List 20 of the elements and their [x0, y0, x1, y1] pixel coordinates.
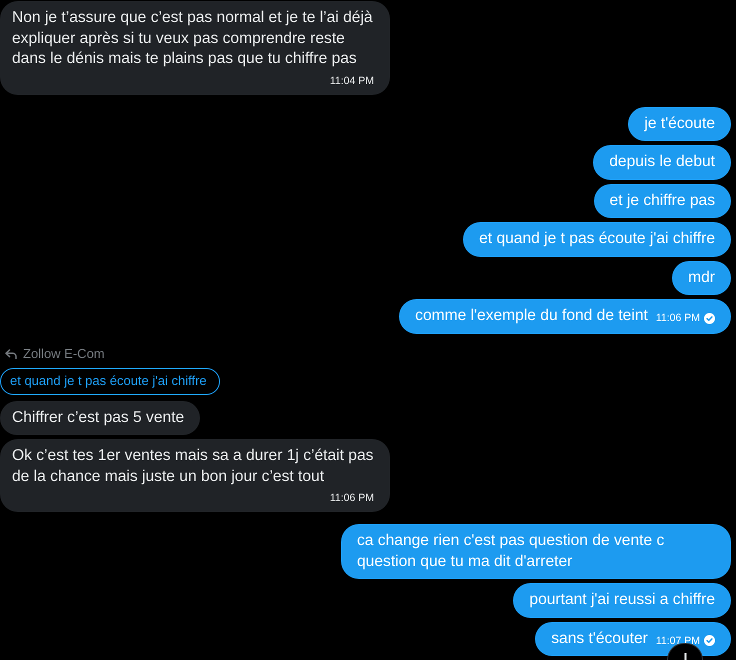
message-time: 11:07 PM: [656, 634, 700, 648]
reply-icon: [5, 348, 17, 358]
message-time: 11:06 PM: [656, 311, 700, 325]
message-text: Chiffrer c’est pas 5 vente: [12, 408, 184, 426]
message-time: 11:04 PM: [328, 74, 374, 88]
message-text: je t'écoute: [644, 114, 715, 132]
message-text: ca change rien c'est pas question de vente c question que tu ma dit d'arreter: [357, 532, 664, 570]
arrow-down-icon: [684, 653, 687, 660]
message-text: sans t'écouter: [551, 630, 648, 646]
message-text: et je chiffre pas: [610, 192, 715, 208]
message-text: comme l'exemple du fond de teint: [415, 307, 648, 324]
message-text: pourtant j'ai reussi a chiffre: [529, 591, 715, 608]
message-text: Non je t’assure que c’est pas normal et je te l’ai déjà expliquer après si tu veux pas comprendre reste dans le dénis mais te plains pas que tu chiffre pas: [12, 9, 373, 67]
message-text: depuis le debut: [609, 153, 715, 170]
message-text: mdr: [688, 268, 715, 286]
message-time: 11:06 PM: [328, 491, 374, 505]
message-text: et quand je t pas écoute j'ai chiffre: [479, 230, 715, 247]
reply-author: Zollow E-Com: [23, 346, 105, 362]
message-text: Ok c’est tes 1er ventes mais sa a durer 1j c’était pas de la chance mais juste un bon jour c’est tout: [12, 447, 374, 484]
quoted-message[interactable]: et quand je t pas écoute j'ai chiffre: [0, 368, 220, 394]
